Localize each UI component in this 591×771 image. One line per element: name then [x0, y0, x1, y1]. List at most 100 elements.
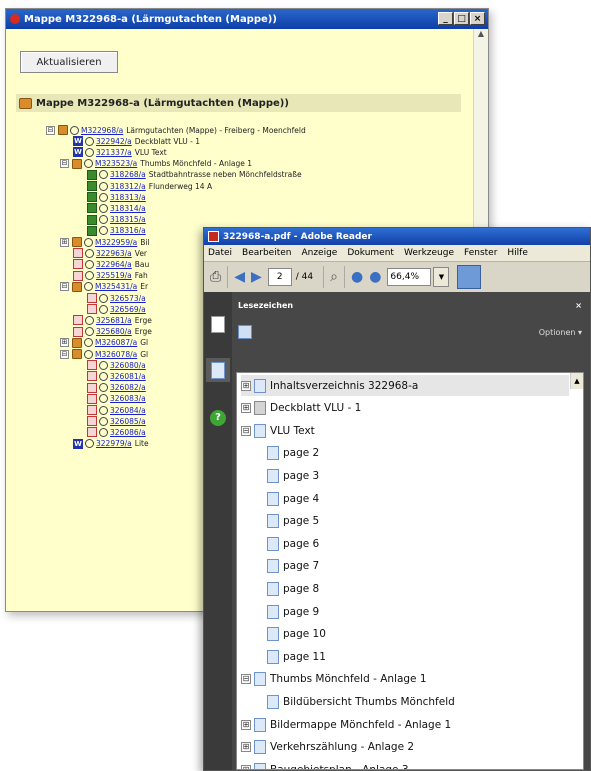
document-link[interactable]: 322942/a	[96, 137, 132, 146]
document-link[interactable]: 318315/a	[110, 215, 146, 224]
magnifier-icon[interactable]	[84, 237, 93, 247]
tree-row[interactable]: 326081/a	[74, 370, 149, 382]
document-link[interactable]: M325431/a	[95, 282, 137, 291]
magnifier-icon[interactable]	[99, 371, 108, 381]
magnifier-icon[interactable]	[99, 304, 108, 314]
document-link[interactable]: 326573/a	[110, 294, 146, 303]
expand-icon[interactable]: ⊞	[60, 237, 69, 247]
magnifier-icon[interactable]	[85, 136, 94, 146]
document-link[interactable]: 326569/a	[110, 305, 146, 314]
bookmark-item[interactable]: page 2	[263, 443, 569, 464]
tree-row[interactable]: ⊟ M322968/a Lärmgutachten (Mappe) - Freibe…	[46, 124, 306, 136]
magnifier-icon[interactable]	[70, 125, 79, 135]
tree-row[interactable]: 318314/a	[74, 202, 149, 214]
magnifier-icon[interactable]	[99, 192, 108, 202]
document-link[interactable]: 326084/a	[110, 406, 146, 415]
bookmark-item[interactable]: ⊟ Thumbs Mönchfeld - Anlage 1	[241, 669, 569, 690]
document-link[interactable]: 318312/a	[110, 182, 146, 191]
magnifier-icon[interactable]	[85, 439, 94, 449]
magnifier-icon[interactable]	[99, 215, 108, 225]
menu-dokument[interactable]: Dokument	[347, 248, 394, 258]
document-link[interactable]: 318316/a	[110, 226, 146, 235]
tree-row[interactable]: ⊟ M323523/a Thumbs Mönchfeld - Anlage 1	[60, 158, 252, 170]
bookmark-item[interactable]: ⊞ Inhaltsverzeichnis 322968-a	[241, 375, 569, 396]
magnifier-icon[interactable]	[99, 226, 108, 236]
document-link[interactable]: M326078/a	[95, 350, 137, 359]
document-link[interactable]: 321337/a	[96, 148, 132, 157]
magnifier-icon[interactable]	[99, 360, 108, 370]
magnifier-icon[interactable]	[99, 293, 108, 303]
zoom-tool-icon[interactable]: ⌕	[330, 266, 338, 288]
zoom-in-icon[interactable]: ●	[369, 266, 381, 288]
magnifier-icon[interactable]	[99, 203, 108, 213]
help-button[interactable]: ?	[206, 406, 230, 430]
tree-row[interactable]: W 322979/a Lite	[60, 438, 149, 450]
document-link[interactable]: 318313/a	[110, 193, 146, 202]
tree-row[interactable]: 318315/a	[74, 214, 149, 226]
magnifier-icon[interactable]	[85, 147, 94, 157]
print-icon[interactable]: ⎙	[210, 266, 221, 288]
document-link[interactable]: M323523/a	[95, 159, 137, 168]
menu-datei[interactable]: Datei	[208, 248, 232, 258]
document-link[interactable]: 325680/a	[96, 327, 132, 336]
tree-row[interactable]: W 322942/a Deckblatt VLU - 1	[60, 135, 200, 147]
magnifier-icon[interactable]	[99, 181, 108, 191]
magnifier-icon[interactable]	[84, 349, 93, 359]
pages-panel-button[interactable]	[206, 312, 230, 336]
collapse-icon[interactable]: ⊟	[60, 349, 69, 359]
bookmarks-panel-button[interactable]	[206, 358, 230, 382]
tree-row[interactable]: 326084/a	[74, 404, 149, 416]
tree-row[interactable]: ⊟ M326078/a Gl	[60, 348, 148, 360]
tree-row[interactable]: W 321337/a VLU Text	[60, 146, 167, 158]
collapse-icon[interactable]: ⊟	[60, 282, 69, 292]
expand-icon[interactable]: ⊞	[241, 403, 251, 414]
bookmark-item[interactable]: page 9	[263, 601, 569, 622]
tree-row[interactable]: 325519/a Fah	[60, 270, 148, 282]
bookmark-item[interactable]: ⊞ Bildermappe Mönchfeld - Anlage 1	[241, 714, 569, 735]
document-link[interactable]: M326087/a	[95, 338, 137, 347]
tree-row[interactable]: 326083/a	[74, 393, 149, 405]
tree-row[interactable]: ⊞ M322959/a Bil	[60, 236, 150, 248]
document-link[interactable]: 325519/a	[96, 271, 132, 280]
document-link[interactable]: 322963/a	[96, 249, 132, 258]
bookmark-scroll-up-icon[interactable]: ▲	[570, 373, 583, 389]
magnifier-icon[interactable]	[99, 405, 108, 415]
minimize-icon[interactable]: _	[438, 12, 453, 25]
collapse-icon[interactable]: ⊟	[241, 425, 251, 436]
document-link[interactable]: 318268/a	[110, 170, 146, 179]
bookmark-item[interactable]: page 7	[263, 556, 569, 577]
previous-page-icon[interactable]: ◀	[234, 266, 245, 288]
tree-row[interactable]: 318316/a	[74, 225, 149, 237]
tree-row[interactable]: 326080/a	[74, 359, 149, 371]
magnifier-icon[interactable]	[99, 383, 108, 393]
document-link[interactable]: 326086/a	[110, 428, 146, 437]
magnifier-icon[interactable]	[85, 315, 94, 325]
magnifier-icon[interactable]	[85, 327, 94, 337]
document-link[interactable]: 326082/a	[110, 383, 146, 392]
tree-row[interactable]: 325681/a Erge	[60, 314, 152, 326]
mappe-titlebar[interactable]: Mappe M322968-a (Lärmgutachten (Mappe))	[6, 9, 488, 29]
expand-icon[interactable]: ⊞	[241, 719, 251, 730]
tree-row[interactable]: ⊟ M325431/a Er	[60, 281, 148, 293]
tree-row[interactable]: 325680/a Erge	[60, 326, 152, 338]
document-link[interactable]: 325681/a	[96, 316, 132, 325]
tree-row[interactable]: 322964/a Bau	[60, 258, 149, 270]
bookmark-item[interactable]: page 6	[263, 533, 569, 554]
document-link[interactable]: 326080/a	[110, 361, 146, 370]
expand-icon[interactable]: ⊞	[241, 742, 251, 753]
magnifier-icon[interactable]	[84, 338, 93, 348]
zoom-dropdown-icon[interactable]: ▼	[433, 267, 450, 287]
menu-werkzeuge[interactable]: Werkzeuge	[404, 248, 454, 258]
document-link[interactable]: 322979/a	[96, 439, 132, 448]
menu-fenster[interactable]: Fenster	[464, 248, 497, 258]
magnifier-icon[interactable]	[99, 394, 108, 404]
menu-anzeige[interactable]: Anzeige	[301, 248, 337, 258]
bookmark-item[interactable]: ⊞ Verkehrszählung - Anlage 2	[241, 737, 569, 758]
collapse-icon[interactable]: ⊟	[241, 674, 251, 685]
tree-row[interactable]: 322963/a Ver	[60, 247, 147, 259]
reader-titlebar[interactable]: 322968-a.pdf - Adobe Reader	[204, 228, 590, 245]
close-icon[interactable]: ×	[470, 12, 485, 25]
tree-row[interactable]: 326085/a	[74, 415, 149, 427]
document-link[interactable]: 326085/a	[110, 417, 146, 426]
tree-row[interactable]: 318312/a Flunderweg 14 A	[74, 180, 212, 192]
